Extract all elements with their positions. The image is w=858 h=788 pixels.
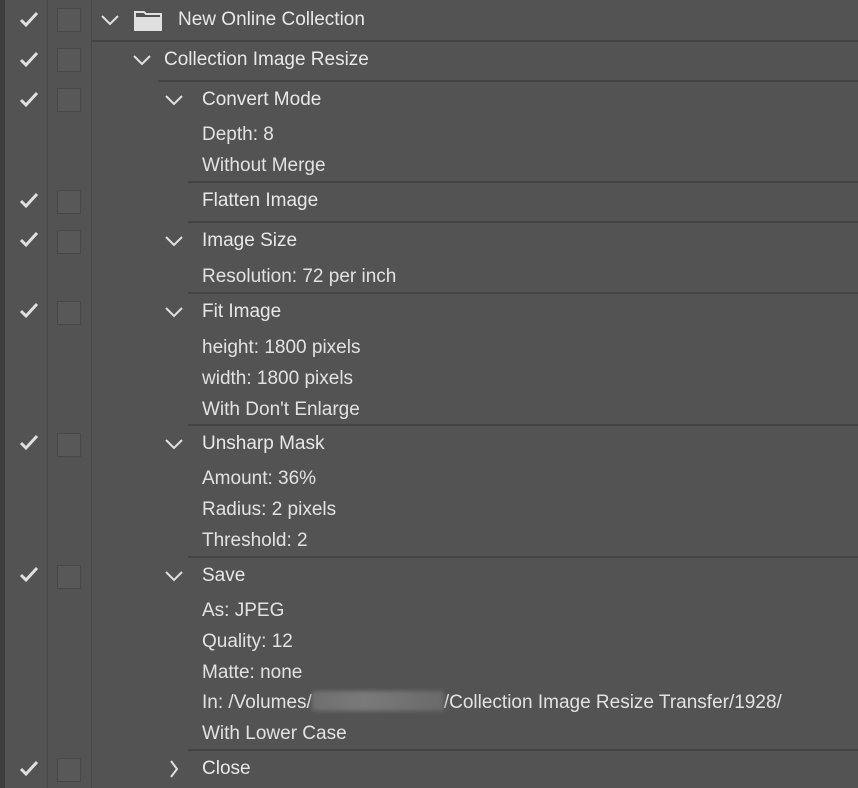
redacted-path-segment: [311, 691, 444, 711]
chevron-down-icon[interactable]: [100, 10, 120, 30]
step-row-save[interactable]: Save As: JPEG Quality: 12 Matte: none In…: [0, 558, 858, 751]
action-name: Collection Image Resize: [164, 49, 369, 70]
step-param: Threshold: 2: [202, 530, 308, 551]
step-row-fit-image[interactable]: Fit Image height: 1800 pixels width: 180…: [0, 294, 858, 426]
action-row[interactable]: Collection Image Resize: [0, 42, 858, 82]
step-param-save-path: In: /Volumes/ /Collection Image Resize Tr…: [202, 691, 782, 715]
step-name: Convert Mode: [202, 89, 322, 110]
toggle-dialog-box[interactable]: [57, 565, 81, 589]
step-param: Amount: 36%: [202, 468, 317, 489]
step-param: As: JPEG: [202, 600, 285, 621]
step-name: Save: [202, 565, 246, 586]
toggle-dialog-box[interactable]: [57, 301, 81, 325]
toggle-item-check-icon[interactable]: [19, 10, 39, 30]
step-name: Close: [202, 758, 251, 779]
toggle-item-check-icon[interactable]: [19, 90, 39, 110]
toggle-dialog-box[interactable]: [57, 88, 81, 112]
toggle-dialog-box[interactable]: [57, 433, 81, 457]
path-prefix: In: /Volumes/: [202, 692, 312, 713]
step-name: Image Size: [202, 230, 298, 251]
toggle-item-check-icon[interactable]: [19, 565, 39, 585]
chevron-down-icon[interactable]: [164, 231, 184, 251]
toggle-dialog-box[interactable]: [57, 8, 81, 32]
step-row-flatten-image[interactable]: Flatten Image: [0, 183, 858, 223]
step-param: width: 1800 pixels: [202, 368, 354, 389]
toggle-dialog-box[interactable]: [57, 758, 81, 782]
step-param: With Lower Case: [202, 723, 347, 744]
toggle-item-check-icon[interactable]: [19, 230, 39, 250]
chevron-down-icon[interactable]: [164, 434, 184, 454]
toggle-dialog-box[interactable]: [57, 230, 81, 254]
toggle-item-check-icon[interactable]: [19, 191, 39, 211]
action-set-row[interactable]: New Online Collection: [0, 0, 858, 42]
chevron-down-icon[interactable]: [164, 90, 184, 110]
step-row-image-size[interactable]: Image Size Resolution: 72 per inch: [0, 223, 858, 294]
actions-panel: New Online Collection Collection Image R…: [0, 0, 858, 788]
step-name: Unsharp Mask: [202, 433, 325, 454]
step-param: Without Merge: [202, 155, 326, 176]
set-name: New Online Collection: [178, 9, 365, 30]
step-row-close[interactable]: Close: [0, 751, 858, 788]
chevron-down-icon[interactable]: [132, 50, 152, 70]
chevron-down-icon[interactable]: [164, 302, 184, 322]
step-param: Radius: 2 pixels: [202, 499, 337, 520]
step-param: Resolution: 72 per inch: [202, 266, 397, 287]
toggle-dialog-box[interactable]: [57, 190, 81, 214]
step-param: Quality: 12: [202, 631, 293, 652]
step-name: Flatten Image: [202, 190, 319, 211]
step-name: Fit Image: [202, 301, 282, 322]
step-param: height: 1800 pixels: [202, 337, 361, 358]
step-param: With Don't Enlarge: [202, 399, 360, 420]
toggle-item-check-icon[interactable]: [19, 433, 39, 453]
step-row-convert-mode[interactable]: Convert Mode Depth: 8 Without Merge: [0, 82, 858, 183]
step-row-unsharp-mask[interactable]: Unsharp Mask Amount: 36% Radius: 2 pixel…: [0, 426, 858, 558]
path-suffix: /Collection Image Resize Transfer/1928/: [443, 692, 782, 713]
toggle-dialog-box[interactable]: [57, 48, 81, 72]
step-param: Matte: none: [202, 662, 303, 683]
folder-icon: [134, 9, 162, 31]
toggle-item-check-icon[interactable]: [19, 50, 39, 70]
chevron-right-icon[interactable]: [164, 759, 184, 779]
step-param: Depth: 8: [202, 124, 274, 145]
chevron-down-icon[interactable]: [164, 566, 184, 586]
toggle-item-check-icon[interactable]: [19, 301, 39, 321]
toggle-item-check-icon[interactable]: [19, 759, 39, 779]
